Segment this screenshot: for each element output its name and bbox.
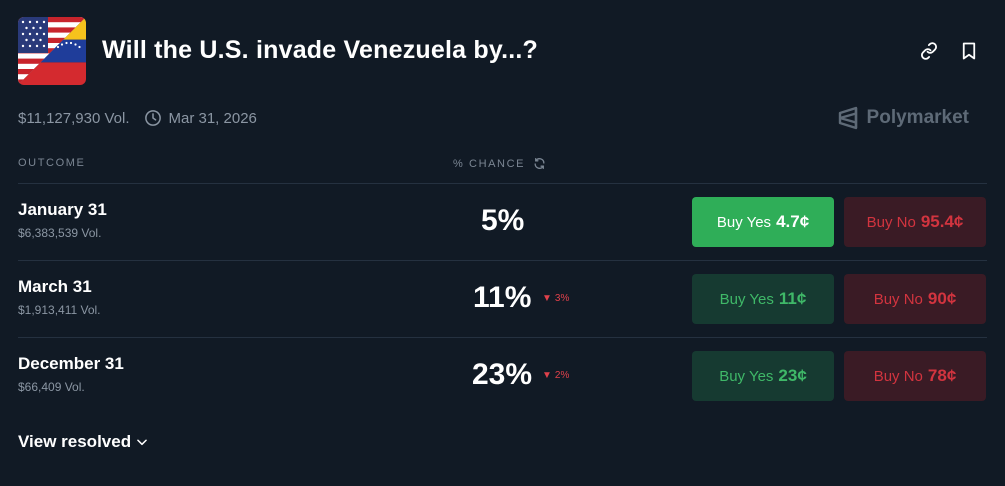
chance-change-value: 2%: [554, 370, 570, 381]
us-venezuela-flag-icon: [18, 17, 86, 85]
link-icon[interactable]: [919, 41, 939, 61]
buy-yes-label: Buy Yes: [716, 213, 772, 231]
polymarket-brand: Polymarket: [837, 106, 969, 130]
market-card: Will the U.S. invade Venezuela by...? $1…: [0, 0, 1005, 486]
buy-no-label: Buy No: [866, 213, 916, 231]
column-outcome-header: OUTCOME: [18, 157, 85, 169]
outcome-chance: 5%: [481, 204, 525, 237]
bookmark-icon[interactable]: [959, 41, 979, 61]
buy-yes-label: Buy Yes: [719, 367, 774, 385]
column-chance-label: % CHANCE: [453, 157, 526, 170]
outcome-row-december-31: December 31 $66,409 Vol. 23% ▼ 2% Buy Ye…: [18, 338, 987, 414]
view-resolved-label: View resolved: [18, 432, 132, 451]
outcome-volume: $6,383,539 Vol.: [18, 226, 102, 240]
end-date: Mar 31, 2026: [168, 109, 257, 127]
market-meta: $11,127,930 Vol. Mar 31, 2026 Polymarket: [18, 106, 969, 130]
chance-change-value: 3%: [554, 293, 570, 304]
outcome-row-january-31: January 31 $6,383,539 Vol. 5% Buy Yes 4.…: [18, 184, 987, 260]
buy-yes-label: Buy Yes: [719, 290, 774, 308]
outcome-chance: 23%: [472, 358, 533, 391]
down-arrow-icon: ▼: [542, 293, 552, 304]
clock-icon: [144, 109, 162, 127]
outcome-volume: $1,913,411 Vol.: [18, 303, 101, 317]
market-header: Will the U.S. invade Venezuela by...?: [18, 16, 987, 86]
view-resolved-button[interactable]: View resolved: [18, 432, 149, 452]
refresh-icon[interactable]: [533, 157, 546, 170]
brand-name: Polymarket: [866, 107, 969, 128]
buy-yes-button[interactable]: Buy Yes 23¢: [692, 351, 834, 401]
total-volume: $11,127,930 Vol.: [18, 109, 130, 127]
buy-yes-price: 4.7¢: [776, 212, 810, 231]
buy-no-price: 90¢: [927, 289, 957, 308]
buy-no-price: 95.4¢: [920, 212, 964, 231]
header-actions: [919, 41, 979, 61]
chance-change: ▼ 3%: [542, 293, 569, 304]
buy-no-price: 78¢: [927, 366, 957, 385]
buy-yes-button[interactable]: Buy Yes 4.7¢: [692, 197, 834, 247]
buy-yes-price: 11¢: [778, 289, 807, 308]
outcome-label: January 31: [18, 200, 107, 219]
outcome-chance: 11%: [473, 281, 532, 314]
chance-change: ▼ 2%: [542, 370, 569, 381]
outcome-label: March 31: [18, 277, 92, 296]
column-outcome-label: OUTCOME: [18, 157, 86, 169]
buy-no-label: Buy No: [873, 367, 923, 385]
polymarket-logo-icon: [837, 106, 859, 130]
buy-no-label: Buy No: [873, 290, 923, 308]
buy-no-button[interactable]: Buy No 78¢: [844, 351, 986, 401]
chevron-down-icon: [135, 435, 149, 449]
buy-yes-price: 23¢: [778, 366, 807, 385]
outcome-label: December 31: [18, 354, 124, 373]
buy-no-button[interactable]: Buy No 90¢: [844, 274, 986, 324]
outcome-row-march-31: March 31 $1,913,411 Vol. 11% ▼ 3% Buy Ye…: [18, 261, 987, 337]
buy-no-button[interactable]: Buy No 95.4¢: [844, 197, 986, 247]
buy-yes-button[interactable]: Buy Yes 11¢: [692, 274, 834, 324]
down-arrow-icon: ▼: [542, 370, 552, 381]
outcome-volume: $66,409 Vol.: [18, 380, 85, 394]
market-title: Will the U.S. invade Venezuela by...?: [102, 35, 538, 64]
column-chance-header: % CHANCE: [453, 157, 546, 170]
